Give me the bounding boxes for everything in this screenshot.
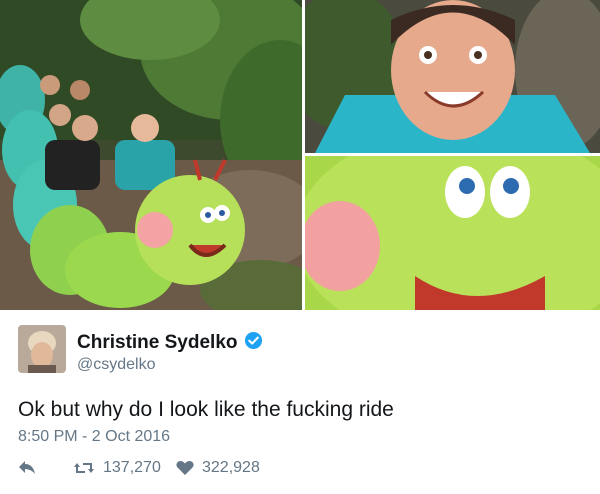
display-name[interactable]: Christine Sydelko	[77, 331, 263, 356]
avatar[interactable]	[18, 325, 66, 373]
like-count: 322,928	[202, 459, 260, 476]
ride-photo[interactable]	[0, 0, 302, 310]
tweet-header: Christine Sydelko @csydelko	[18, 325, 578, 375]
caterpillar-face-photo[interactable]	[305, 156, 600, 310]
tweet-actions: 137,270 322,928	[18, 459, 578, 483]
user-handle[interactable]: @csydelko	[77, 356, 156, 374]
tweet-media[interactable]	[0, 0, 600, 310]
retweet-count: 137,270	[103, 459, 161, 476]
retweet-icon	[73, 460, 95, 476]
verified-badge-icon	[244, 331, 263, 356]
tweet-text: Ok but why do I look like the fucking ri…	[18, 398, 394, 421]
reply-button[interactable]	[18, 459, 36, 475]
heart-icon	[176, 460, 194, 476]
like-button[interactable]: 322,928	[176, 459, 260, 477]
face-photo[interactable]	[305, 0, 600, 153]
tweet-timestamp[interactable]: 8:50 PM - 2 Oct 2016	[18, 428, 170, 446]
display-name-text[interactable]: Christine Sydelko	[77, 332, 238, 353]
retweet-button[interactable]: 137,270	[73, 459, 161, 477]
reply-icon	[18, 459, 36, 475]
